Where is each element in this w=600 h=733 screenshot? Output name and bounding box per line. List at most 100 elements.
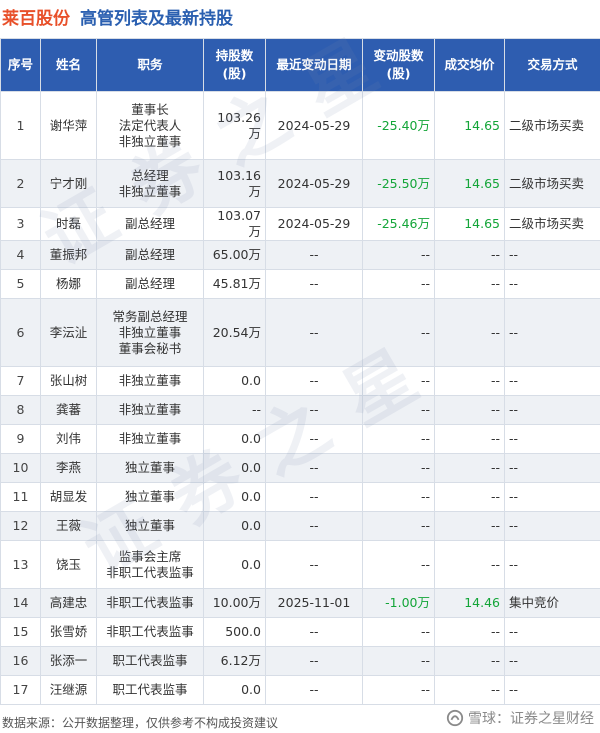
executive-name: 刘伟 [40, 424, 97, 454]
table-row: 5 杨娜 副总经理 45.81万 -- -- -- -- [0, 269, 600, 299]
avg-price-cell: -- [434, 482, 505, 512]
table-header-row: 序号 姓名 职务 持股数 (股) 最近变动日期 变动股数 (股) 成交均价 交易方式 [0, 38, 600, 92]
executive-name: 张添一 [40, 646, 97, 676]
trade-mode-cell: -- [504, 453, 600, 483]
table-row: 11 胡显发 独立董事 0.0 -- -- -- -- [0, 482, 600, 512]
position-title: 副总经理 [124, 216, 175, 231]
avg-price-cell: -- [434, 298, 505, 367]
positions-cell: 监事会主席 非职工代表监事 [96, 540, 204, 589]
position-title: 非职工代表监事 [106, 564, 194, 580]
avg-price-cell: -- [434, 646, 505, 676]
avg-price-cell: -- [434, 540, 505, 589]
executive-table: 序号 姓名 职务 持股数 (股) 最近变动日期 变动股数 (股) 成交均价 交易方式 1 谢华萍 董事… [0, 38, 600, 705]
trade-mode-cell: -- [504, 540, 600, 589]
holding-cell: 103.07万 [203, 207, 266, 241]
table-row: 6 李沄沚 常务副总经理 非独立董事 董事会秘书 20.54万 -- -- -- -- [0, 298, 600, 367]
table-row: 1 谢华萍 董事长 法定代表人 非独立董事 103.26万 2024-05-29 -25.40… [0, 91, 600, 160]
change-date-cell: 2024-05-29 [265, 207, 363, 241]
holding-cell: 0.0 [203, 366, 266, 396]
avg-price-cell: 14.65 [434, 91, 505, 160]
row-index: 6 [0, 298, 41, 367]
positions-cell: 独立董事 [96, 482, 204, 512]
page-title: 高管列表及最新持股 [80, 8, 233, 29]
trade-mode-cell: -- [504, 298, 600, 367]
row-index: 13 [0, 540, 41, 589]
row-index: 8 [0, 395, 41, 425]
holding-cell: 10.00万 [203, 588, 266, 618]
change-date-cell: 2024-05-29 [265, 91, 363, 160]
table-row: 2 宁才刚 总经理 非独立董事 103.16万 2024-05-29 -25.50万 14.6… [0, 159, 600, 208]
holding-cell: -- [203, 395, 266, 425]
change-date-cell: -- [265, 366, 363, 396]
trade-mode-cell: -- [504, 482, 600, 512]
position-title: 副总经理 [124, 276, 175, 291]
executive-name: 胡显发 [40, 482, 97, 512]
position-title: 非独立董事 [118, 373, 182, 388]
positions-cell: 职工代表监事 [96, 675, 204, 705]
column-header: 最近变动日期 [265, 38, 363, 92]
table-row: 16 张添一 职工代表监事 6.12万 -- -- -- -- [0, 646, 600, 676]
table-row: 14 高建忠 非职工代表监事 10.00万 2025-11-01 -1.00万 14.46 集… [0, 588, 600, 618]
change-shares-cell: -25.40万 [362, 91, 435, 160]
avg-price-cell: 14.65 [434, 207, 505, 241]
trade-mode-cell: -- [504, 424, 600, 454]
position-title: 非职工代表监事 [106, 595, 194, 610]
table-row: 3 时磊 副总经理 103.07万 2024-05-29 -25.46万 14.65 二级市场… [0, 207, 600, 241]
row-index: 15 [0, 617, 41, 647]
table-row: 9 刘伟 非独立董事 0.0 -- -- -- -- [0, 424, 600, 454]
positions-cell: 独立董事 [96, 511, 204, 541]
change-date-cell: -- [265, 540, 363, 589]
holding-cell: 103.16万 [203, 159, 266, 208]
position-title: 监事会主席 [118, 548, 182, 564]
avg-price-cell: 14.65 [434, 159, 505, 208]
table-row: 8 龚蕃 非独立董事 -- -- -- -- -- [0, 395, 600, 425]
change-shares-cell: -- [362, 269, 435, 299]
position-title: 副总经理 [124, 247, 175, 262]
avg-price-cell: -- [434, 617, 505, 647]
trade-mode-cell: -- [504, 646, 600, 676]
position-title: 常务副总经理 [112, 308, 188, 324]
executive-name: 宁才刚 [40, 159, 97, 208]
trade-mode-cell: -- [504, 240, 600, 270]
change-date-cell: -- [265, 424, 363, 454]
change-shares-cell: -- [362, 395, 435, 425]
positions-cell: 职工代表监事 [96, 646, 204, 676]
row-index: 1 [0, 91, 41, 160]
brand-footer: 雪球：证券之星财经 [446, 708, 594, 728]
table-row: 10 李燕 独立董事 0.0 -- -- -- -- [0, 453, 600, 483]
positions-cell: 非职工代表监事 [96, 588, 204, 618]
brand-text: 雪球：证券之星财经 [468, 711, 594, 727]
data-source-note: 数据来源：公开数据整理，仅供参考不构成投资建议 [2, 716, 279, 730]
trade-mode-cell: -- [504, 395, 600, 425]
change-date-cell: -- [265, 617, 363, 647]
executive-name: 谢华萍 [40, 91, 97, 160]
position-title: 独立董事 [124, 460, 175, 475]
change-shares-cell: -- [362, 511, 435, 541]
column-header: 职务 [96, 38, 204, 92]
position-title: 非独立董事 [118, 402, 182, 417]
executive-name: 龚蕃 [40, 395, 97, 425]
position-title: 职工代表监事 [112, 682, 188, 697]
change-shares-cell: -- [362, 540, 435, 589]
title-bar: 莱百股份 高管列表及最新持股 [0, 0, 600, 32]
executive-name: 张雪娇 [40, 617, 97, 647]
row-index: 2 [0, 159, 41, 208]
executive-name: 汪继源 [40, 675, 97, 705]
position-title: 非独立董事 [118, 183, 182, 199]
company-name: 莱百股份 [2, 8, 70, 29]
table-row: 13 饶玉 监事会主席 非职工代表监事 0.0 -- -- -- -- [0, 540, 600, 589]
executive-name: 董振邦 [40, 240, 97, 270]
position-title: 非独立董事 [118, 431, 182, 446]
positions-cell: 副总经理 [96, 240, 204, 270]
holding-cell: 0.0 [203, 453, 266, 483]
executive-name: 饶玉 [40, 540, 97, 589]
position-title: 法定代表人 [118, 117, 182, 133]
row-index: 11 [0, 482, 41, 512]
change-shares-cell: -- [362, 366, 435, 396]
position-title: 独立董事 [124, 489, 175, 504]
change-date-cell: 2024-05-29 [265, 159, 363, 208]
avg-price-cell: -- [434, 424, 505, 454]
column-header: 持股数 (股) [203, 38, 266, 92]
avg-price-cell: 14.46 [434, 588, 505, 618]
change-date-cell: -- [265, 511, 363, 541]
